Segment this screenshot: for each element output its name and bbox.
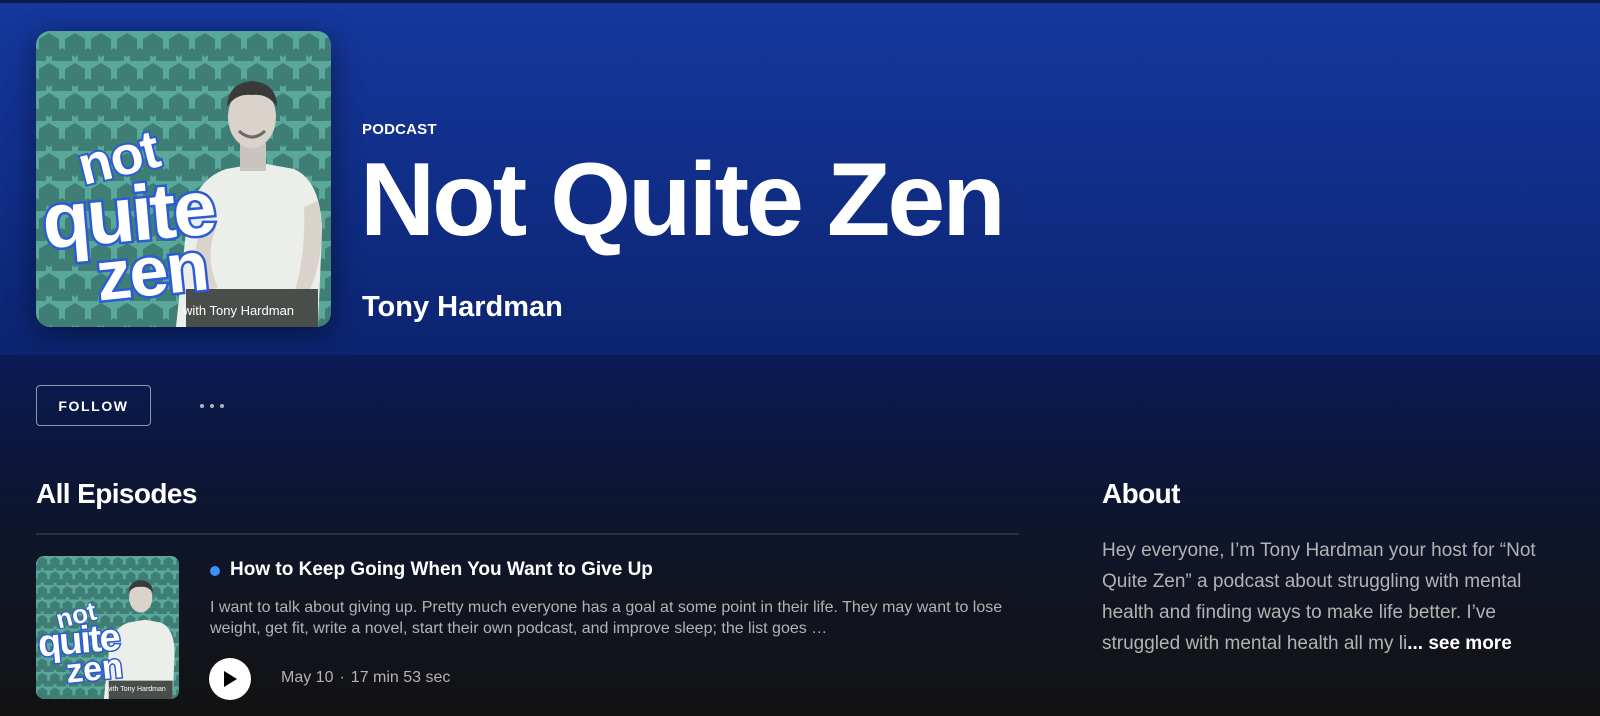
play-episode-button[interactable]: [209, 658, 251, 700]
episode-title[interactable]: How to Keep Going When You Want to Give …: [230, 559, 653, 581]
episode-cover-byline: with Tony Hardman: [106, 686, 166, 693]
play-icon: [224, 671, 237, 687]
about-description: Hey everyone, I’m Tony Hardman your host…: [1102, 535, 1572, 659]
episodes-divider: [36, 533, 1019, 535]
about-heading: About: [1102, 478, 1180, 509]
more-options-button[interactable]: [190, 394, 234, 418]
episode-description: I want to talk about giving up. Pretty m…: [210, 599, 1003, 637]
podcast-cover-art: not quite zen with Tony Hardman: [36, 31, 331, 327]
cover-art-text: not quite zen with Tony Hardman: [36, 31, 331, 327]
episode-cover-text: not quite zen with Tony Hardman: [36, 556, 179, 699]
all-episodes-heading: All Episodes: [36, 478, 197, 509]
meta-separator: ·: [339, 669, 345, 686]
episode-meta: May 10 · 17 min 53 sec: [281, 669, 450, 687]
podcast-author[interactable]: Tony Hardman: [362, 291, 563, 324]
podcast-title: Not Quite Zen: [360, 142, 1006, 258]
follow-button[interactable]: FOLLOW: [36, 385, 151, 426]
episode-duration: 17 min 53 sec: [350, 669, 451, 686]
episode-thumbnail[interactable]: not quite zen with Tony Hardman: [36, 556, 179, 699]
see-more-link[interactable]: ... see more: [1407, 633, 1512, 654]
new-episode-dot-icon: [210, 566, 220, 576]
content-type-label: PODCAST: [362, 121, 437, 138]
podcast-header: not quite zen with Tony Hardman PODCAST …: [0, 3, 1600, 355]
more-horizontal-icon: [200, 404, 224, 408]
cover-byline: with Tony Hardman: [183, 303, 295, 318]
episode-date: May 10: [281, 669, 334, 686]
